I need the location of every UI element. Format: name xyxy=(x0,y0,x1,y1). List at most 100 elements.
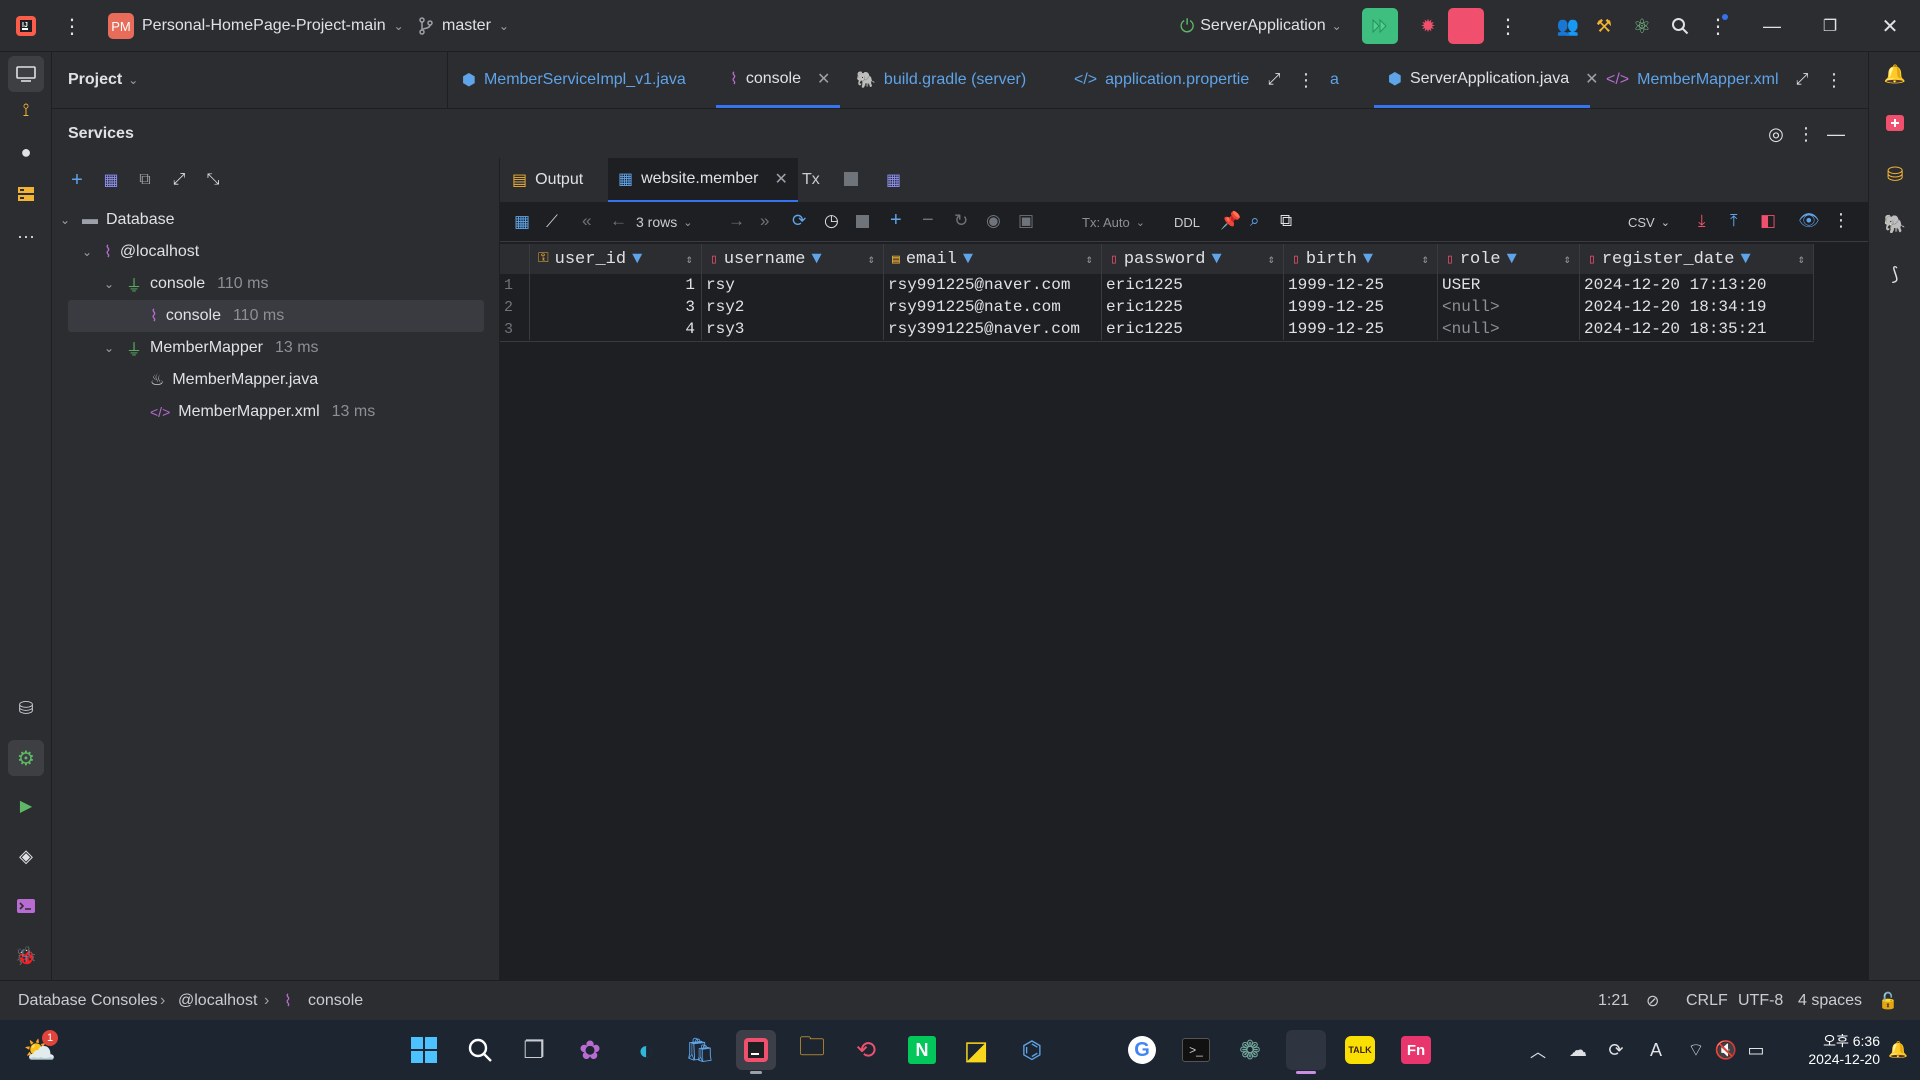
tab-member-service-impl[interactable]: ⬢ MemberServiceImpl_v1.java xyxy=(448,52,714,108)
submit-icon[interactable]: ▣ xyxy=(1018,211,1034,231)
cell-email[interactable]: rsy991225@naver.com xyxy=(884,274,1102,296)
fn-app-icon[interactable]: Fn xyxy=(1396,1030,1436,1070)
filter-icon[interactable]: ▼ xyxy=(811,250,821,269)
project-view-selector[interactable]: Project ⌄ xyxy=(68,52,138,108)
delete-row-icon[interactable]: − xyxy=(922,209,934,232)
update-icon[interactable]: ⟳ xyxy=(1596,1030,1636,1070)
indent-setting[interactable]: 4 spaces xyxy=(1798,981,1862,1021)
sort-icon[interactable]: ⇕ xyxy=(1268,252,1275,267)
column-header-role[interactable]: ▯ role ▼ ⇕ xyxy=(1438,244,1580,274)
structure-icon[interactable] xyxy=(8,176,44,212)
sync-app-icon[interactable]: ⟲ xyxy=(846,1030,886,1070)
tab-member-mapper-xml[interactable]: </> MemberMapper.xml xyxy=(1592,52,1779,108)
sort-icon[interactable]: ⇕ xyxy=(1086,252,1093,267)
sort-icon[interactable]: ⇕ xyxy=(1422,252,1429,267)
cell-role[interactable]: USER xyxy=(1438,274,1580,296)
add-icon[interactable]: + xyxy=(66,169,88,192)
line-separator[interactable]: CRLF xyxy=(1686,981,1728,1021)
group-icon[interactable]: ▦ xyxy=(100,170,122,190)
ai-assistant-icon[interactable]: ⚛ xyxy=(1628,12,1656,40)
cell-register-date[interactable]: 2024-12-20 18:34:19 xyxy=(1580,296,1814,318)
expand-icon[interactable]: ⤢ xyxy=(1788,66,1816,94)
run-config-selector[interactable]: ⏻ ServerApplication ⌄ xyxy=(1180,12,1342,40)
view-icon[interactable]: 👁 xyxy=(1798,211,1820,231)
filter-icon[interactable]: ▼ xyxy=(1740,250,1750,269)
column-header-register-date[interactable]: ▯ register_date ▼ ⇕ xyxy=(1580,244,1814,274)
tab-tx[interactable]: Tx xyxy=(802,158,820,202)
version-control-icon[interactable]: ⑂ xyxy=(8,938,44,974)
column-header-birth[interactable]: ▯ birth ▼ ⇕ xyxy=(1284,244,1438,274)
ime-icon[interactable]: A xyxy=(1636,1030,1676,1070)
tree-item-console[interactable]: ⌇ console 110 ms xyxy=(150,300,284,332)
notification-center-icon[interactable]: 🔔 xyxy=(1878,1030,1918,1070)
commit-icon[interactable]: ⟟ xyxy=(8,92,44,128)
tab-output[interactable]: ▤ Output xyxy=(512,158,583,202)
search-icon[interactable]: ⌕ xyxy=(1250,211,1260,231)
copilot-icon[interactable]: ✿ xyxy=(570,1030,610,1070)
close-icon[interactable]: ✕ xyxy=(817,69,830,89)
python-icon[interactable]: ⟆ xyxy=(1877,256,1913,292)
more-tools-icon[interactable]: ··· xyxy=(8,218,44,254)
tab-console[interactable]: ⌇ console ✕ xyxy=(716,52,840,108)
tree-item-member-mapper-xml[interactable]: </> MemberMapper.xml 13 ms xyxy=(150,396,375,428)
sort-icon[interactable]: ⇕ xyxy=(1798,252,1805,267)
database-icon[interactable]: ⛁ xyxy=(8,690,44,726)
branch-switcher[interactable]: master ⌄ xyxy=(418,12,509,40)
compare-data-icon[interactable]: ◧ xyxy=(1760,211,1776,231)
sort-icon[interactable]: ⇕ xyxy=(686,252,693,267)
chrome-icon[interactable]: G xyxy=(1122,1030,1162,1070)
tab-website-member[interactable]: ▦ website.member ✕ xyxy=(608,158,798,202)
cell-user-id[interactable]: 4 xyxy=(530,318,702,340)
history-icon[interactable]: ◷ xyxy=(824,211,839,231)
main-menu-icon[interactable]: ⋮ xyxy=(60,12,84,40)
sort-icon[interactable]: ⇕ xyxy=(868,252,875,267)
tx-mode-selector[interactable]: Tx: Auto ⌄ xyxy=(1082,202,1145,242)
collapse-all-icon[interactable]: ⤡ xyxy=(202,171,224,189)
filter-icon[interactable]: ▼ xyxy=(1211,250,1221,269)
options-icon[interactable]: ⋮ xyxy=(1794,120,1818,148)
more-actions-icon[interactable]: ⋮ xyxy=(1496,12,1520,40)
intellij-logo-icon[interactable]: IJ xyxy=(12,12,40,40)
close-window-icon[interactable]: ✕ xyxy=(1874,12,1906,40)
download-icon[interactable]: ⤓ xyxy=(1698,211,1706,231)
filter-icon[interactable]: ▼ xyxy=(1507,250,1517,269)
terminal-icon[interactable] xyxy=(8,888,44,924)
taskbar-search-icon[interactable] xyxy=(460,1030,500,1070)
cell-birth[interactable]: 1999-12-25 xyxy=(1284,296,1438,318)
search-icon[interactable] xyxy=(1666,12,1694,40)
cell-password[interactable]: eric1225 xyxy=(1102,274,1284,296)
onedrive-icon[interactable]: ☁ xyxy=(1558,1030,1598,1070)
cell-password[interactable]: eric1225 xyxy=(1102,318,1284,340)
cell-password[interactable]: eric1225 xyxy=(1102,296,1284,318)
tab-hidden[interactable]: a xyxy=(1322,52,1362,108)
restore-window-icon[interactable]: ❐ xyxy=(1814,12,1846,40)
cell-register-date[interactable]: 2024-12-20 18:35:21 xyxy=(1580,318,1814,340)
revert-icon[interactable]: ↻ xyxy=(954,211,968,231)
filter-icon[interactable]: ▼ xyxy=(963,250,973,269)
new-tab-icon[interactable]: ⧉ xyxy=(134,171,156,189)
hide-panel-icon[interactable]: — xyxy=(1822,120,1850,148)
tree-item-localhost[interactable]: ⌄ ⌇ @localhost xyxy=(82,236,199,268)
filter-icon[interactable]: ▼ xyxy=(632,250,642,269)
cell-username[interactable]: rsy2 xyxy=(702,296,884,318)
cell-birth[interactable]: 1999-12-25 xyxy=(1284,274,1438,296)
inspection-icon[interactable]: ⊘ xyxy=(1646,981,1659,1021)
more-options-icon[interactable]: ⋮ xyxy=(1832,210,1850,231)
breadcrumb-database-consoles[interactable]: Database Consoles xyxy=(18,981,158,1021)
show-hidden-icons-icon[interactable]: ︿ xyxy=(1518,1030,1558,1070)
refresh-icon[interactable]: ⟳ xyxy=(792,211,806,231)
sort-icon[interactable]: ⇕ xyxy=(1564,252,1571,267)
tree-item-database[interactable]: ⌄ ▬ Database xyxy=(60,204,175,236)
tree-item-member-mapper-java[interactable]: ♨ MemberMapper.java xyxy=(150,364,318,396)
cell-user-id[interactable]: 1 xyxy=(530,274,702,296)
cursor-position[interactable]: 1:21 xyxy=(1598,981,1629,1021)
project-switcher[interactable]: PM Personal-HomePage-Project-main ⌄ xyxy=(108,12,404,40)
clock[interactable]: 오후 6:36 2024-12-20 xyxy=(1780,1030,1880,1070)
rerun-button[interactable] xyxy=(1362,8,1398,44)
column-header-username[interactable]: ▯ username ▼ ⇕ xyxy=(702,244,884,274)
target-icon[interactable]: ◎ xyxy=(1762,120,1790,148)
project-tool-icon[interactable] xyxy=(8,56,44,92)
upload-icon[interactable]: ⤒ xyxy=(1730,211,1738,231)
page-size-selector[interactable]: 3 rows ⌄ xyxy=(636,202,692,242)
export-format-selector[interactable]: CSV ⌄ xyxy=(1628,202,1670,242)
